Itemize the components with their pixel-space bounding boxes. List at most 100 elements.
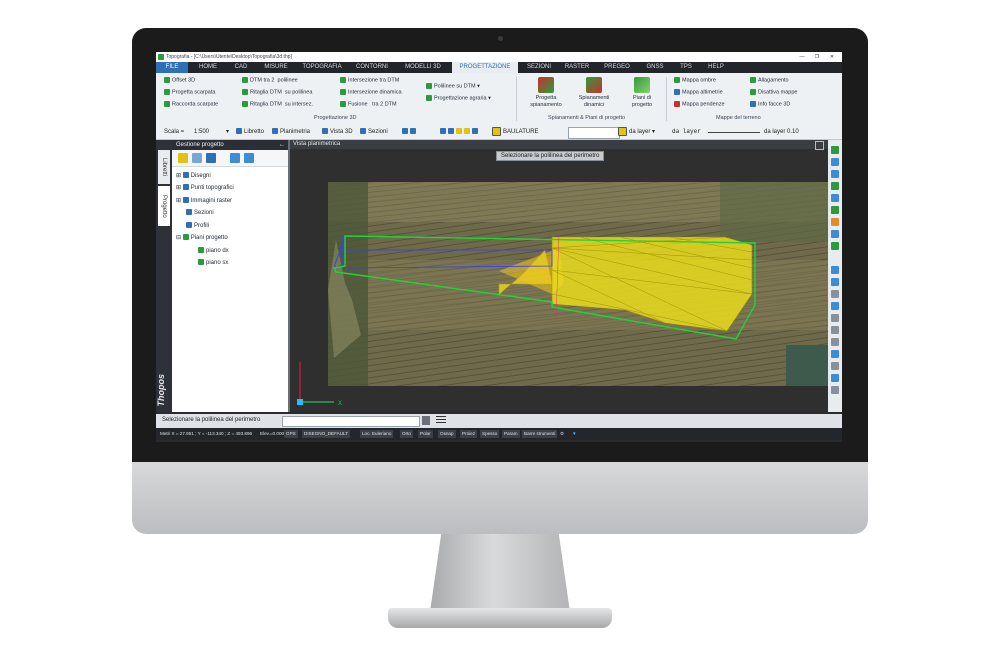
insert-icon[interactable] [831,242,839,250]
tab-home[interactable]: HOME [192,62,224,73]
select-icon[interactable] [192,153,202,163]
map-canvas[interactable]: X [290,140,828,412]
tab-progetto[interactable]: Progetto [158,186,170,226]
tab-libretti[interactable]: Libretti [158,150,170,184]
layer-tools[interactable] [440,125,480,139]
line-icon[interactable] [831,206,839,214]
offset-3d-button[interactable]: Offset 3D [164,77,195,84]
dtm-tra-2-polilinee-button[interactable]: DTM tra 2 polilinee [242,77,298,84]
current-drawing[interactable]: DISEGNO_DEFAULT [302,430,351,438]
pan-icon[interactable] [831,302,839,310]
tree-item-piano-sx[interactable]: piano sx [198,259,228,267]
tab-modelli-3d[interactable]: MODELLI 3D [398,62,448,73]
edit-icon[interactable] [178,153,188,163]
tab-file[interactable]: FILE [156,62,188,73]
zoom-window-icon[interactable] [831,314,839,322]
disattiva-mappe-button[interactable]: Disattiva mappe [750,89,797,96]
tree-item-piani[interactable]: ⊟ Piani progetto [176,234,228,242]
tab-topografia[interactable]: TOPOGRAFIA [298,62,346,73]
mappa-altimetrie-button[interactable]: Mappa altimetrie [674,89,723,96]
tab-gnss[interactable]: GNSS [640,62,670,73]
zoom-extents-icon[interactable] [831,326,839,334]
intersezione-dinamica-button[interactable]: Intersezione dinamica [340,89,402,96]
gps-toggle[interactable]: GPS [284,430,298,438]
status-euler[interactable]: Loc. Euleriano [360,430,394,438]
tab-tps[interactable]: TPS [674,62,698,73]
layer-select[interactable]: BAULATURE [492,125,539,139]
list-icon[interactable] [436,416,446,425]
fusione-button[interactable]: Fusione tra 2 DTM [340,101,397,108]
collapse-arrow-icon[interactable]: ← [279,140,285,150]
intersezione-tra-dtm-button[interactable]: Intersezione tra DTM [340,77,399,84]
measure-icon[interactable] [831,218,839,226]
zoom-icon[interactable] [206,153,216,163]
tab-pregeo[interactable]: PREGEO [598,62,636,73]
allagamento-button[interactable]: Allagamento [750,77,789,84]
globe-icon[interactable] [831,374,839,382]
cursor-icon[interactable] [831,350,839,358]
point-icon[interactable] [831,182,839,190]
layout-buttons[interactable] [402,125,418,139]
grid-toggle-icon[interactable] [831,266,839,274]
dropdown-triangle-icon[interactable]: ▼ [572,428,577,440]
refresh-icon[interactable] [230,153,240,163]
status-osnap[interactable]: Osnap [438,430,456,438]
ortho-icon[interactable] [831,278,839,286]
sync-icon[interactable] [244,153,254,163]
minimize-button[interactable]: — [796,52,808,62]
command-input[interactable] [282,416,420,427]
tab-cad[interactable]: CAD [228,62,254,73]
tab-sezioni[interactable]: SEZIONI [522,62,556,73]
settings-icon[interactable] [831,386,839,394]
snap-icon[interactable] [831,146,839,154]
tab-progettazione[interactable]: PROGETTAZIONE [452,62,518,73]
status-polar[interactable]: Polar [418,430,433,438]
ruler-icon[interactable] [831,362,839,370]
mappa-pendenze-button[interactable]: Mappa pendenze [674,101,725,108]
copy-icon[interactable] [831,170,839,178]
settings-gear-icon[interactable]: ⚙ [560,428,564,440]
plan-view[interactable]: Vista planimetrica Selezionare la polili… [290,140,828,412]
scale-select[interactable]: 1:500 [194,125,209,139]
tree-item-punti[interactable]: ⊞ Punti topografici [176,184,234,192]
planimetria-button[interactable]: Planimetria [272,125,310,139]
info-facce-3d-button[interactable]: Info facce 3D [750,101,790,108]
ritaglia-dtm-intersez-button[interactable]: Ritaglia DTM su intersez. [242,101,313,108]
tree-item-piano-dx[interactable]: piano dx [198,247,229,255]
rotate-icon[interactable] [831,194,839,202]
status-proiez[interactable]: Proiez [460,430,478,438]
progettazione-agraria-button[interactable]: Progettazione agraria ▾ [426,95,491,102]
polilinee-su-dtm-button[interactable]: Polilinee su DTM ▾ [426,83,480,90]
maximize-button[interactable]: ❐ [811,52,823,62]
libretto-button[interactable]: Libretto [236,125,264,139]
move-icon[interactable] [831,158,839,166]
ritaglia-dtm-polilinea-button[interactable]: Ritaglia DTM su polilinea [242,89,312,96]
tree-item-disegni[interactable]: ⊞ Disegni [176,172,211,180]
layer-dropdown[interactable] [568,127,620,139]
tab-help[interactable]: HELP [702,62,730,73]
linetype-select[interactable]: da layer [672,125,701,139]
sezioni-button[interactable]: Sezioni [360,125,388,139]
close-button[interactable]: ✕ [826,52,838,62]
tab-raster[interactable]: RASTER [560,62,594,73]
regen-icon[interactable] [831,338,839,346]
zoom-icon[interactable] [831,290,839,298]
tab-misure[interactable]: MISURE [258,62,294,73]
status-orto[interactable]: Orto [400,430,413,438]
tree-item-profili[interactable]: Profili [186,222,209,230]
raccorda-scarpate-button[interactable]: Raccorda scarpate [164,101,218,108]
layer-icon[interactable] [831,230,839,238]
color-select[interactable]: da layer ▾ [618,125,655,139]
lineweight-select[interactable]: da layer 0.10 [764,125,799,139]
progetta-scarpata-button[interactable]: Progetta scarpata [164,89,215,96]
status-barre-strumenti[interactable]: Barre strumenti [522,430,558,438]
tree-item-sezioni[interactable]: Sezioni [186,209,214,217]
mappa-ombre-button[interactable]: Mappa ombre [674,77,716,84]
status-spesso[interactable]: Spesso [480,430,500,438]
vista-3d-button[interactable]: Vista 3D [322,125,353,139]
scale-dropdown-icon[interactable]: ▾ [226,125,229,139]
tree-item-immagini[interactable]: ⊞ Immagini raster [176,197,232,205]
calculator-icon[interactable] [422,416,430,425]
status-param[interactable]: Param [502,430,520,438]
tab-contorni[interactable]: CONTORNI [350,62,394,73]
